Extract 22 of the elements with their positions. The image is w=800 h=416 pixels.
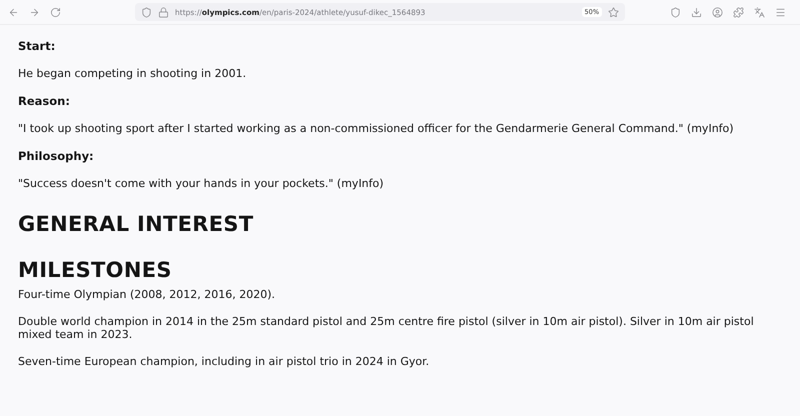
extensions-icon[interactable] — [733, 6, 744, 18]
section-label: Reason: — [18, 94, 71, 108]
paragraph: Double world champion in 2014 in the 25m standard pistol and 25m centre fire pistol (silver in 10m air pistol). Silver in 10m air pistol mixed team in 2023. — [18, 315, 755, 341]
lock-icon — [158, 6, 169, 18]
star-icon[interactable] — [608, 6, 619, 18]
paragraph: "I took up shooting sport after I started working as a non-commissioned officer for the Gendarmerie General Command." (myInfo) — [18, 122, 735, 135]
paragraph: He began competing in shooting in 2001. — [18, 67, 248, 80]
forward-icon[interactable] — [29, 6, 40, 18]
reload-icon[interactable] — [50, 6, 61, 18]
paragraph: Seven-time European champion, including in air pistol trio in 2024 in Gyor. — [18, 355, 430, 368]
paragraph: "Success doesn't come with your hands in your pockets." (myInfo) — [18, 177, 385, 190]
translate-icon[interactable] — [754, 6, 765, 18]
section-heading: MILESTONES — [18, 258, 173, 282]
shield-icon[interactable] — [141, 6, 152, 18]
download-icon[interactable] — [691, 6, 702, 18]
menu-icon[interactable] — [775, 6, 786, 18]
back-icon[interactable] — [8, 6, 19, 18]
section-label: Start: — [18, 39, 56, 53]
account-icon[interactable] — [712, 6, 723, 18]
section-label: Philosophy: — [18, 149, 95, 163]
section-heading: GENERAL INTEREST — [18, 212, 254, 236]
paragraph: Four-time Olympian (2008, 2012, 2016, 2020). — [18, 288, 276, 301]
